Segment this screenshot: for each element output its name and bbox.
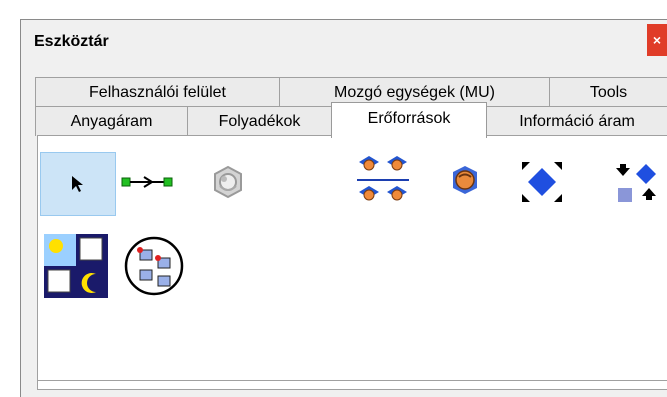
- close-button[interactable]: ×: [647, 24, 667, 56]
- worker-tool-button[interactable]: [445, 160, 485, 200]
- tab-label: Mozgó egységek (MU): [334, 84, 495, 101]
- tab-label: Folyadékok: [218, 113, 301, 130]
- tab-label: Tools: [589, 84, 628, 101]
- tab-eroforrasok[interactable]: Erőforrások: [331, 102, 487, 138]
- arrange-tool-button[interactable]: [612, 158, 660, 206]
- expand-diamond-icon: [522, 162, 562, 202]
- arrange-icon: [616, 164, 656, 202]
- workers-group-tool-button[interactable]: [355, 154, 411, 210]
- tab-tools[interactable]: Tools: [549, 77, 667, 107]
- network-circle-tool-button[interactable]: [122, 234, 186, 298]
- tab-label: Anyagáram: [70, 113, 153, 130]
- network-circle-icon: [124, 236, 184, 296]
- connector-icon: [121, 176, 173, 188]
- tab-label: Felhasználói felület: [89, 84, 226, 101]
- shift-calendar-tool-button[interactable]: [44, 234, 108, 298]
- pointer-arrow-icon: [72, 176, 83, 192]
- tab-label: Erőforrások: [367, 110, 451, 127]
- tab-felhasznaloi-felulet[interactable]: Felhasználói felület: [35, 77, 280, 107]
- gear-worker-tool-button[interactable]: [208, 162, 248, 202]
- toolbox-window: Eszköztár × Felhasználói felület Mozgó e…: [20, 19, 667, 397]
- tools-panel: [37, 135, 667, 390]
- workers-group-icon: [357, 156, 409, 201]
- expand-diamond-tool-button[interactable]: [518, 158, 566, 206]
- worker-icon: [453, 166, 477, 194]
- tab-anyagaram[interactable]: Anyagáram: [35, 106, 188, 136]
- connector-tool-button[interactable]: [120, 162, 176, 202]
- gear-worker-icon: [214, 165, 242, 199]
- pointer-tool-button[interactable]: [40, 152, 116, 216]
- panel-bottom-divider: [38, 380, 667, 381]
- close-icon: ×: [652, 32, 662, 48]
- tab-informacio-aram[interactable]: Információ áram: [486, 106, 667, 136]
- window-title: Eszköztár: [34, 33, 109, 50]
- tab-label: Információ áram: [519, 113, 635, 130]
- title-bar[interactable]: Eszköztár ×: [21, 20, 667, 64]
- tab-folyadekok[interactable]: Folyadékok: [187, 106, 332, 136]
- shift-calendar-icon: [44, 234, 108, 298]
